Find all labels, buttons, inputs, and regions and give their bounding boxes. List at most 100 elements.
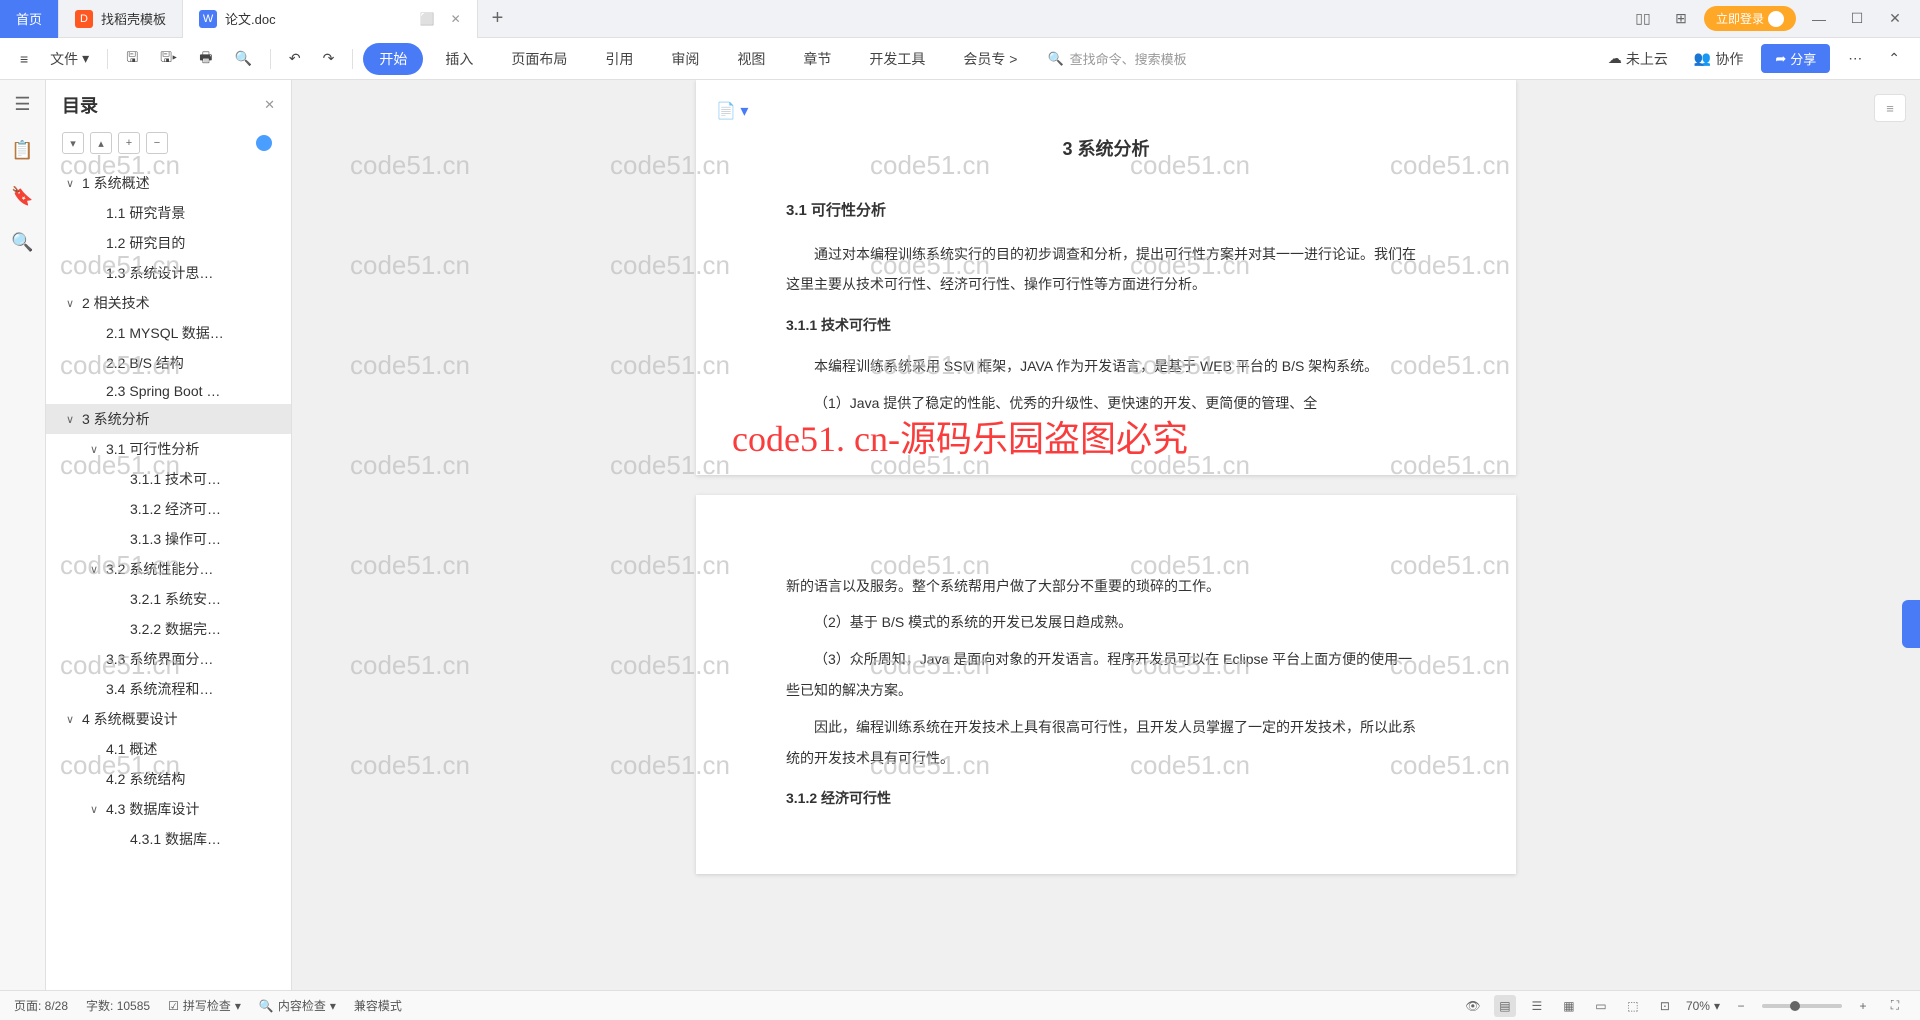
zoom-out-icon[interactable]: −	[1730, 995, 1752, 1017]
zoom-in-icon[interactable]: +	[1852, 995, 1874, 1017]
page-indicator[interactable]: 页面: 8/28	[14, 997, 68, 1014]
menu-view[interactable]: 视图	[721, 43, 781, 75]
menu-devtools[interactable]: 开发工具	[853, 43, 941, 75]
outline-item-label: 2.2 B/S 结构	[106, 353, 184, 373]
add-tab-button[interactable]: +	[478, 7, 518, 30]
para: 通过对本编程训练系统实行的目的初步调查和分析，提出可行性方案并对其一一进行论证。…	[786, 239, 1426, 301]
outline-item[interactable]: ∨2 相关技术	[46, 288, 291, 318]
clipboard-rail-icon[interactable]: 📋	[11, 138, 35, 162]
eye-mode-icon[interactable]: 👁	[1462, 995, 1484, 1017]
command-search[interactable]: 🔍查找命令、搜索模板	[1039, 45, 1194, 72]
outline-item[interactable]: 2.3 Spring Boot …	[46, 378, 291, 404]
outline-item[interactable]: 3.1.1 技术可…	[46, 464, 291, 494]
web-view-icon[interactable]: ▦	[1558, 995, 1580, 1017]
menu-chapter[interactable]: 章节	[787, 43, 847, 75]
remove-heading-icon[interactable]: −	[146, 132, 168, 154]
outline-item[interactable]: 1.1 研究背景	[46, 198, 291, 228]
search-rail-icon[interactable]: 🔍	[11, 230, 35, 254]
menu-member[interactable]: 会员专 >	[947, 43, 1033, 75]
zoom-fit-icon[interactable]: ⊡	[1654, 995, 1676, 1017]
outline-close-icon[interactable]: ✕	[264, 97, 275, 113]
print-icon[interactable]: 🖶	[191, 43, 220, 75]
compat-mode[interactable]: 兼容模式	[354, 997, 402, 1014]
focus-view-icon[interactable]: ⬚	[1622, 995, 1644, 1017]
outline-item[interactable]: 4.1 概述	[46, 734, 291, 764]
page-view-icon[interactable]: ▤	[1494, 995, 1516, 1017]
outline-item[interactable]: 3.4 系统流程和…	[46, 674, 291, 704]
login-button[interactable]: 立即登录	[1704, 6, 1796, 31]
outline-item[interactable]: 3.3 系统界面分…	[46, 644, 291, 674]
apps-icon[interactable]: ⊞	[1666, 4, 1696, 34]
collab-button[interactable]: 👥协作	[1686, 45, 1751, 73]
add-heading-icon[interactable]: +	[118, 132, 140, 154]
menu-insert[interactable]: 插入	[429, 43, 489, 75]
save-icon[interactable]: 🖫	[118, 43, 146, 75]
para: 本编程训练系统采用 SSM 框架，JAVA 作为开发语言，是基于 WEB 平台的…	[786, 351, 1426, 382]
tab-maximize-icon[interactable]: ⬜	[420, 12, 435, 26]
ai-assistant-icon[interactable]	[253, 132, 275, 154]
menu-button[interactable]: ≡	[12, 47, 36, 71]
maximize-icon[interactable]: ☐	[1842, 4, 1872, 34]
page-tools[interactable]: 📄 ▾	[716, 94, 748, 129]
collapse-all-icon[interactable]: ▾	[62, 132, 84, 154]
outline-item[interactable]: ∨3.1 可行性分析	[46, 434, 291, 464]
caret-icon: ∨	[66, 413, 78, 426]
outline-item[interactable]: ∨3.2 系统性能分…	[46, 554, 291, 584]
expand-all-icon[interactable]: ▴	[90, 132, 112, 154]
outline-item[interactable]: 4.3.1 数据库…	[46, 824, 291, 854]
outline-rail-icon[interactable]: ☰	[11, 92, 35, 116]
outline-item[interactable]: 4.2 系统结构	[46, 764, 291, 794]
more-icon[interactable]: ⋯	[1840, 46, 1870, 71]
menu-review[interactable]: 审阅	[655, 43, 715, 75]
caret-icon: ∨	[90, 803, 102, 816]
outline-item-label: 3.2.2 数据完…	[130, 619, 221, 639]
file-menu[interactable]: 文件 ▾	[42, 45, 97, 73]
doc-icon: W	[199, 10, 217, 28]
outline-item[interactable]: ∨3 系统分析	[46, 404, 291, 434]
bookmark-rail-icon[interactable]: 🔖	[11, 184, 35, 208]
spell-check[interactable]: ☑ 拼写检查 ▾	[168, 997, 241, 1014]
cloud-status[interactable]: ☁未上云	[1600, 45, 1676, 73]
outline-item[interactable]: 2.2 B/S 结构	[46, 348, 291, 378]
outline-item[interactable]: 3.2.1 系统安…	[46, 584, 291, 614]
document-area[interactable]: ≡ 📄 ▾ 3 系统分析 3.1 可行性分析 通过对本编程训练系统实行的目的初步…	[292, 80, 1920, 990]
zoom-level[interactable]: 70% ▾	[1686, 999, 1720, 1013]
outline-item[interactable]: 2.1 MYSQL 数据…	[46, 318, 291, 348]
para: （3）众所周知，Java 是面向对象的开发语言。程序开发员可以在 Eclipse…	[786, 644, 1426, 706]
outline-view-icon[interactable]: ☰	[1526, 995, 1548, 1017]
minimize-icon[interactable]: —	[1804, 4, 1834, 34]
outline-item[interactable]: ∨4 系统概要设计	[46, 704, 291, 734]
collapse-right-icon[interactable]: ≡	[1874, 94, 1906, 122]
share-button[interactable]: ➦分享	[1761, 44, 1830, 73]
share-icon: ➦	[1775, 51, 1786, 67]
outline-item[interactable]: 3.2.2 数据完…	[46, 614, 291, 644]
tab-template[interactable]: D 找稻壳模板	[59, 0, 183, 38]
menu-ref[interactable]: 引用	[589, 43, 649, 75]
outline-item[interactable]: 1.2 研究目的	[46, 228, 291, 258]
word-count[interactable]: 字数: 10585	[86, 997, 150, 1014]
menu-start[interactable]: 开始	[363, 43, 423, 75]
tab-home[interactable]: 首页	[0, 0, 59, 38]
menu-layout[interactable]: 页面布局	[495, 43, 583, 75]
zoom-slider[interactable]	[1762, 1004, 1842, 1008]
redo-icon[interactable]: ↷	[315, 46, 343, 71]
outline-item[interactable]: ∨1 系统概述	[46, 168, 291, 198]
close-icon[interactable]: ✕	[1880, 4, 1910, 34]
save-as-icon[interactable]: 🖫▸	[152, 43, 185, 75]
collapse-ribbon-icon[interactable]: ⌃	[1880, 46, 1908, 71]
outline-item[interactable]: 1.3 系统设计思…	[46, 258, 291, 288]
layout-icon[interactable]: ▯▯	[1628, 4, 1658, 34]
tab-close-icon[interactable]: ✕	[451, 12, 461, 26]
tab-document[interactable]: W 论文.doc ⬜ ✕	[183, 0, 478, 38]
outline-item[interactable]: ∨4.3 数据库设计	[46, 794, 291, 824]
outline-item[interactable]: 3.1.3 操作可…	[46, 524, 291, 554]
undo-icon[interactable]: ↶	[281, 46, 309, 71]
content-check[interactable]: 🔍 内容检查 ▾	[259, 997, 336, 1014]
outline-item[interactable]: 3.1.2 经济可…	[46, 494, 291, 524]
preview-icon[interactable]: 🔍	[226, 46, 259, 71]
fullscreen-icon[interactable]: ⛶	[1884, 995, 1906, 1017]
outline-panel: 目录 ✕ ▾ ▴ + − ∨1 系统概述1.1 研究背景1.2 研究目的1.3 …	[46, 80, 292, 990]
side-tab[interactable]	[1902, 600, 1920, 648]
read-view-icon[interactable]: ▭	[1590, 995, 1612, 1017]
outline-tree[interactable]: ∨1 系统概述1.1 研究背景1.2 研究目的1.3 系统设计思…∨2 相关技术…	[46, 160, 291, 990]
